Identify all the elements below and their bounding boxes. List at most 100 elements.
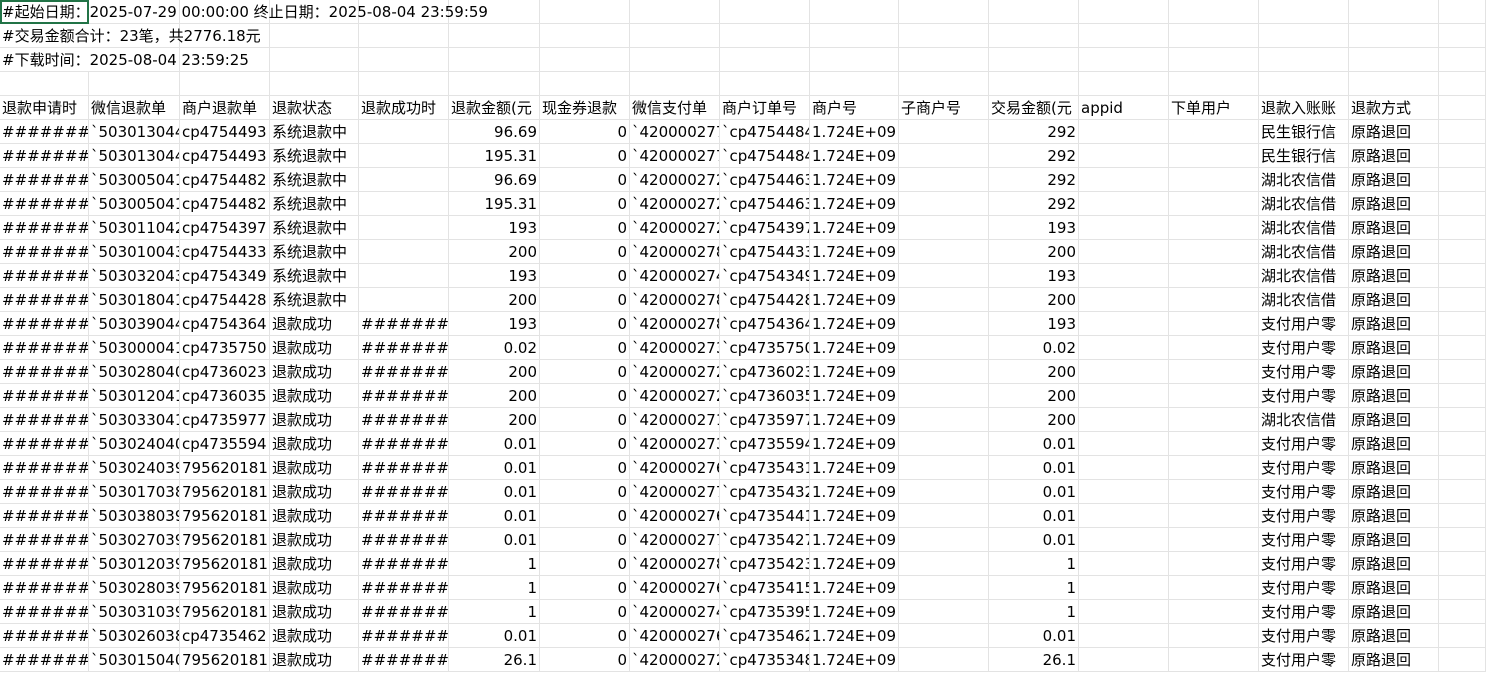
table-cell[interactable]: `503005041 — [89, 192, 180, 216]
table-cell[interactable]: 195.31 — [449, 192, 540, 216]
column-header[interactable]: 退款金额(元 — [449, 96, 540, 120]
table-cell[interactable]: ######### — [0, 576, 89, 600]
table-cell[interactable] — [899, 648, 989, 672]
table-cell[interactable] — [359, 168, 449, 192]
table-cell[interactable] — [1079, 240, 1169, 264]
table-cell[interactable]: 湖北农信借 — [1259, 168, 1349, 192]
table-cell[interactable]: 193 — [989, 216, 1079, 240]
table-cell[interactable]: cp4754482 — [180, 168, 270, 192]
cell[interactable] — [1439, 648, 1486, 672]
table-cell[interactable] — [1079, 384, 1169, 408]
table-cell[interactable]: 200 — [989, 240, 1079, 264]
cell[interactable] — [449, 24, 540, 48]
table-cell[interactable]: 200 — [449, 288, 540, 312]
column-header[interactable]: appid — [1079, 96, 1169, 120]
table-cell[interactable]: 200 — [449, 360, 540, 384]
table-cell[interactable]: ######### — [359, 360, 449, 384]
table-cell[interactable] — [1079, 456, 1169, 480]
cell[interactable] — [1259, 72, 1349, 96]
table-cell[interactable]: 0.01 — [449, 504, 540, 528]
table-cell[interactable]: 200 — [989, 288, 1079, 312]
table-cell[interactable] — [1079, 288, 1169, 312]
table-cell[interactable] — [899, 360, 989, 384]
table-cell[interactable]: 0.01 — [449, 528, 540, 552]
table-cell[interactable]: 退款成功 — [270, 336, 359, 360]
table-cell[interactable]: 0 — [540, 576, 630, 600]
table-cell[interactable] — [1169, 216, 1259, 240]
cell[interactable] — [1259, 0, 1349, 24]
table-cell[interactable]: `503028039 — [89, 576, 180, 600]
table-cell[interactable]: 0 — [540, 432, 630, 456]
table-cell[interactable]: `503024039 — [89, 456, 180, 480]
table-cell[interactable]: ######### — [359, 504, 449, 528]
table-cell[interactable] — [1079, 336, 1169, 360]
cell[interactable] — [989, 24, 1079, 48]
cell[interactable] — [1079, 0, 1169, 24]
table-cell[interactable]: 193 — [449, 216, 540, 240]
table-cell[interactable]: 193 — [449, 264, 540, 288]
cell[interactable] — [630, 72, 720, 96]
column-header[interactable]: 交易金额(元 — [989, 96, 1079, 120]
table-cell[interactable]: 系统退款中 — [270, 144, 359, 168]
table-cell[interactable]: 系统退款中 — [270, 168, 359, 192]
cell[interactable] — [1349, 24, 1439, 48]
table-cell[interactable] — [899, 192, 989, 216]
table-cell[interactable]: ######### — [0, 312, 89, 336]
table-cell[interactable]: `420000273 — [630, 432, 720, 456]
table-cell[interactable]: 0.02 — [989, 336, 1079, 360]
table-cell[interactable]: ######### — [0, 600, 89, 624]
column-header[interactable]: 退款入账账 — [1259, 96, 1349, 120]
cell[interactable] — [1169, 0, 1259, 24]
cell[interactable] — [630, 0, 720, 24]
table-cell[interactable] — [1079, 648, 1169, 672]
table-cell[interactable]: ######### — [0, 504, 89, 528]
table-cell[interactable] — [1169, 504, 1259, 528]
table-cell[interactable]: 0.01 — [989, 528, 1079, 552]
table-cell[interactable]: 退款成功 — [270, 408, 359, 432]
table-cell[interactable] — [899, 528, 989, 552]
table-cell[interactable]: `503011042 — [89, 216, 180, 240]
table-cell[interactable]: 1 — [449, 600, 540, 624]
cell[interactable] — [720, 0, 810, 24]
table-cell[interactable] — [899, 144, 989, 168]
table-cell[interactable]: 0 — [540, 312, 630, 336]
table-cell[interactable]: 支付用户零 — [1259, 504, 1349, 528]
table-cell[interactable]: cp4754482 — [180, 192, 270, 216]
table-cell[interactable]: 退款成功 — [270, 600, 359, 624]
table-cell[interactable]: 795620181 — [180, 576, 270, 600]
table-cell[interactable]: 支付用户零 — [1259, 576, 1349, 600]
table-cell[interactable]: 原路退回 — [1349, 648, 1439, 672]
table-cell[interactable]: 96.69 — [449, 120, 540, 144]
cell[interactable] — [1079, 48, 1169, 72]
table-cell[interactable]: 民生银行信 — [1259, 144, 1349, 168]
cell[interactable] — [270, 72, 359, 96]
cell[interactable] — [1439, 336, 1486, 360]
table-cell[interactable]: ######### — [359, 552, 449, 576]
cell[interactable] — [1439, 624, 1486, 648]
table-cell[interactable]: `cp4735348 — [720, 648, 810, 672]
table-cell[interactable]: 原路退回 — [1349, 312, 1439, 336]
table-cell[interactable]: 1.724E+09 — [810, 408, 899, 432]
table-cell[interactable]: 0.01 — [989, 480, 1079, 504]
table-cell[interactable]: `cp4735750 — [720, 336, 810, 360]
table-cell[interactable]: 退款成功 — [270, 432, 359, 456]
table-cell[interactable]: 1.724E+09 — [810, 648, 899, 672]
table-cell[interactable]: 0.02 — [449, 336, 540, 360]
table-cell[interactable] — [1169, 288, 1259, 312]
table-cell[interactable]: 系统退款中 — [270, 192, 359, 216]
table-cell[interactable]: 1.724E+09 — [810, 192, 899, 216]
table-cell[interactable]: 0 — [540, 120, 630, 144]
table-cell[interactable]: 湖北农信借 — [1259, 264, 1349, 288]
table-cell[interactable]: `cp4736023 — [720, 360, 810, 384]
table-cell[interactable] — [359, 240, 449, 264]
table-cell[interactable]: 退款成功 — [270, 528, 359, 552]
table-cell[interactable]: ######### — [0, 240, 89, 264]
table-cell[interactable]: 退款成功 — [270, 552, 359, 576]
table-cell[interactable]: cp4754349 — [180, 264, 270, 288]
cell[interactable] — [540, 72, 630, 96]
table-cell[interactable]: `cp4735441 — [720, 504, 810, 528]
table-cell[interactable]: `cp4754428 — [720, 288, 810, 312]
table-cell[interactable] — [1079, 480, 1169, 504]
table-cell[interactable] — [1079, 120, 1169, 144]
table-cell[interactable]: 支付用户零 — [1259, 384, 1349, 408]
